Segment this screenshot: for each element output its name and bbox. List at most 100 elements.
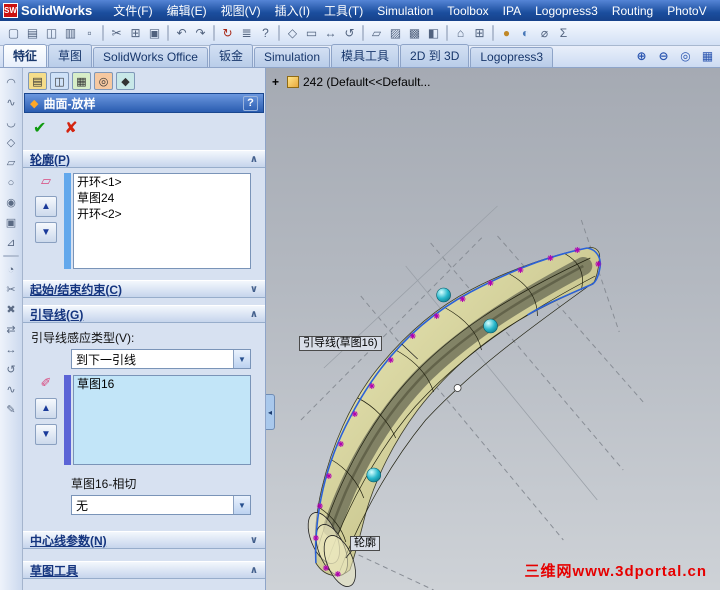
wireframe-icon[interactable]: ▱ xyxy=(367,24,386,43)
section-header-profiles[interactable]: 轮廓(P) ∧ xyxy=(23,150,265,168)
property-manager-tab-icon[interactable]: ◫ xyxy=(50,72,69,90)
save-icon[interactable]: ◫ xyxy=(42,24,61,43)
menu-item[interactable]: Simulation xyxy=(370,2,440,20)
menu-item[interactable]: PhotoV xyxy=(660,2,713,20)
rotate-view-icon[interactable]: ↺ xyxy=(340,24,359,43)
boundary-surface-icon[interactable]: ▱ xyxy=(2,153,21,172)
zoom-in-icon[interactable]: ⊕ xyxy=(632,46,651,65)
menu-item[interactable]: 文件(F) xyxy=(106,0,159,21)
move-surface-icon[interactable]: ↔ xyxy=(2,340,21,359)
view-orientation-icon[interactable]: ⌂ xyxy=(451,24,470,43)
dimxpert-tab-icon[interactable]: ◎ xyxy=(94,72,113,90)
design-binder-tab-icon[interactable]: ▤ xyxy=(28,72,47,90)
standard-views-icon[interactable]: ⊞ xyxy=(470,24,489,43)
guide-curve-callout[interactable]: 引导线(草图16) xyxy=(299,336,382,351)
knit-surface-icon[interactable]: ◉ xyxy=(2,193,21,212)
undo-icon[interactable]: ↶ xyxy=(172,24,191,43)
flyout-feature-tree[interactable]: + 242 (Default<<Default... xyxy=(272,75,430,89)
move-guide-up-button[interactable]: ▲ xyxy=(35,398,57,419)
cancel-button[interactable]: ✘ xyxy=(64,118,77,138)
swept-surface-icon[interactable]: ◡ xyxy=(2,113,21,132)
options-icon[interactable]: ≣ xyxy=(237,24,256,43)
display-manager-tab-icon[interactable]: ◆ xyxy=(116,72,135,90)
section-header-centerline[interactable]: 中心线参数(N) ∨ xyxy=(23,531,265,549)
menu-item[interactable]: 视图(V) xyxy=(214,0,268,21)
section-header-guides[interactable]: 引导线(G) ∧ xyxy=(23,305,265,323)
help-button[interactable]: ? xyxy=(243,95,258,111)
planar-surface-icon[interactable]: ▣ xyxy=(2,213,21,232)
redo-icon[interactable]: ↷ xyxy=(191,24,210,43)
delete-face-icon[interactable]: ✖ xyxy=(2,300,21,319)
scene-icon[interactable]: ◐ xyxy=(516,24,535,43)
offset-surface-icon[interactable]: ○ xyxy=(2,173,21,192)
measure-icon[interactable]: ⌀ xyxy=(535,24,554,43)
profile-callout[interactable]: 轮廓 xyxy=(350,536,380,551)
revolved-surface-icon[interactable]: ∿ xyxy=(2,93,21,112)
trim-surface-icon[interactable]: ✂ xyxy=(2,280,21,299)
tab-simulation[interactable]: Simulation xyxy=(253,47,330,67)
section-header-constraints[interactable]: 起始/结束约束(C) ∨ xyxy=(23,280,265,298)
print-preview-icon[interactable]: ▫ xyxy=(80,24,99,43)
move-profile-up-button[interactable]: ▲ xyxy=(35,196,57,217)
tab-sheet-metal[interactable]: 钣金 xyxy=(208,44,253,67)
curve-icon[interactable]: ∿ xyxy=(2,380,21,399)
tab-features[interactable]: 特征 xyxy=(3,44,48,67)
tab-2d-to-3d[interactable]: 2D 到 3D xyxy=(400,44,470,67)
menu-item[interactable]: IPA xyxy=(496,2,528,20)
profile-list-item[interactable]: 开环<1> xyxy=(74,174,250,190)
ok-button[interactable]: ✔ xyxy=(33,118,46,138)
appearance-icon[interactable]: ● xyxy=(497,24,516,43)
menu-item[interactable]: 插入(I) xyxy=(268,0,317,21)
hidden-lines-icon[interactable]: ▨ xyxy=(386,24,405,43)
profile-list-item[interactable]: 草图24 xyxy=(74,190,250,206)
menu-item[interactable]: 工具(T) xyxy=(317,0,370,21)
profile-list-item[interactable]: 开环<2> xyxy=(74,206,250,222)
move-profile-down-button[interactable]: ▼ xyxy=(35,222,57,243)
combo-dropdown-icon[interactable]: ▼ xyxy=(233,496,250,514)
untrim-surface-icon[interactable]: ↺ xyxy=(2,360,21,379)
tab-sketch[interactable]: 草图 xyxy=(48,44,93,67)
graphics-viewport[interactable]: + 242 (Default<<Default... 引导线(草图16) 轮廓 … xyxy=(266,68,720,590)
tab-mold-tools[interactable]: 模具工具 xyxy=(331,44,400,67)
tab-solidworks-office[interactable]: SolidWorks Office xyxy=(93,47,208,67)
equation-icon[interactable]: Σ xyxy=(554,24,573,43)
fillet-icon[interactable]: ◔ xyxy=(2,260,21,279)
section-header-sketch-tools[interactable]: 草图工具 ∧ xyxy=(23,561,265,579)
lofted-surface-icon[interactable]: ◇ xyxy=(2,133,21,152)
shaded-icon[interactable]: ▩ xyxy=(405,24,424,43)
open-document-icon[interactable]: ▤ xyxy=(23,24,42,43)
zoom-out-icon[interactable]: ⊖ xyxy=(654,46,673,65)
cut-icon[interactable]: ✂ xyxy=(107,24,126,43)
menu-item[interactable]: 编辑(E) xyxy=(160,0,214,21)
extruded-surface-icon[interactable]: ◠ xyxy=(2,73,21,92)
guide-tangency-combobox[interactable]: 无 ▼ xyxy=(71,495,251,515)
vertex-marker[interactable] xyxy=(453,384,462,392)
guide-influence-combobox[interactable]: 到下一引线 ▼ xyxy=(71,349,251,369)
rebuild-icon[interactable]: ↻ xyxy=(218,24,237,43)
move-guide-down-button[interactable]: ▼ xyxy=(35,424,57,445)
replace-face-icon[interactable]: ⇄ xyxy=(2,320,21,339)
menu-item[interactable]: Toolbox xyxy=(440,2,495,20)
extend-surface-icon[interactable]: ⊿ xyxy=(2,233,21,252)
menu-item[interactable]: Routing xyxy=(605,2,660,20)
tree-expand-icon[interactable]: + xyxy=(272,75,283,89)
paste-icon[interactable]: ▣ xyxy=(145,24,164,43)
help-icon[interactable]: ? xyxy=(256,24,275,43)
panel-flyout-handle[interactable]: ◂ xyxy=(266,394,275,430)
print-icon[interactable]: ▥ xyxy=(61,24,80,43)
section-view-icon[interactable]: ◧ xyxy=(424,24,443,43)
zoom-selection-icon[interactable]: ◎ xyxy=(676,46,695,65)
guide-list-item[interactable]: 草图16 xyxy=(74,376,250,392)
toolbar-options-icon[interactable]: ▦ xyxy=(698,46,717,65)
menu-item[interactable]: Logopress3 xyxy=(528,2,605,20)
configuration-manager-tab-icon[interactable]: ▦ xyxy=(72,72,91,90)
tab-logopress3[interactable]: Logopress3 xyxy=(470,47,554,67)
combo-dropdown-icon[interactable]: ▼ xyxy=(233,350,250,368)
new-document-icon[interactable]: ▢ xyxy=(4,24,23,43)
zoom-fit-icon[interactable]: ◇ xyxy=(283,24,302,43)
pan-icon[interactable]: ↔ xyxy=(321,24,340,43)
zoom-area-icon[interactable]: ▭ xyxy=(302,24,321,43)
copy-icon[interactable]: ⊞ xyxy=(126,24,145,43)
feature-title: 曲面-放样 xyxy=(43,96,96,111)
freeform-icon[interactable]: ✎ xyxy=(2,400,21,419)
